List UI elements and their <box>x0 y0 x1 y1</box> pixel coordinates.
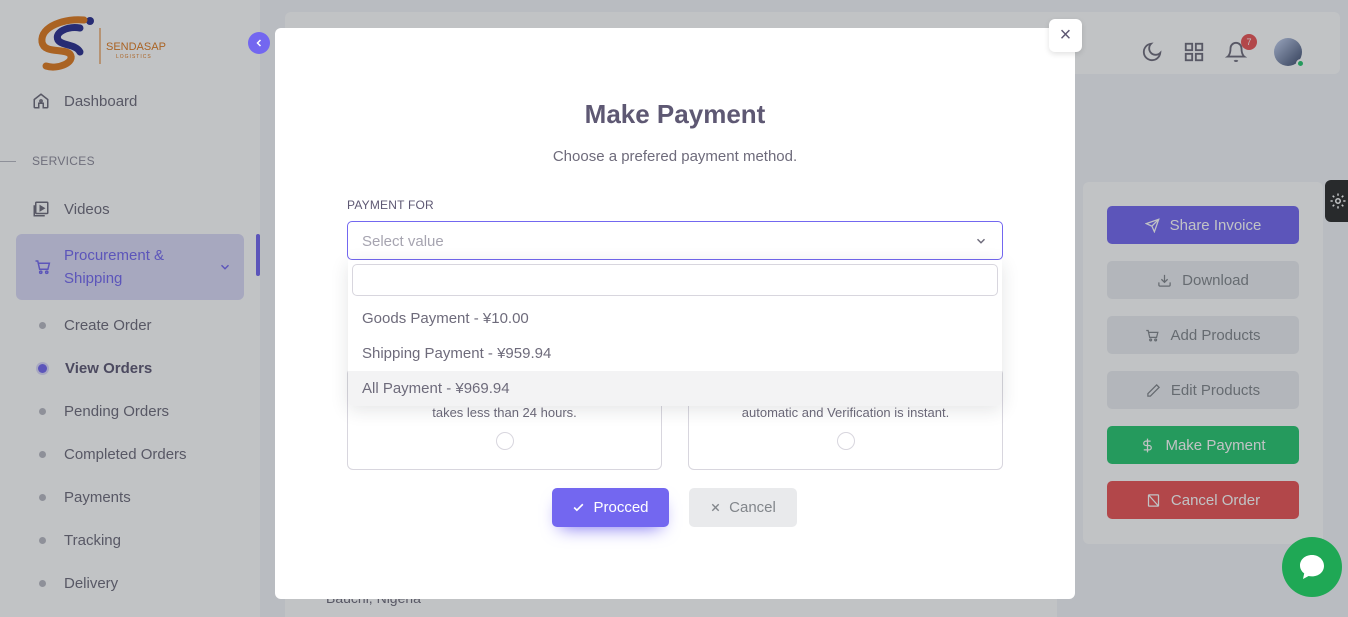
dropdown-option-shipping[interactable]: Shipping Payment - ¥959.94 <box>348 336 1002 371</box>
select-placeholder: Select value <box>362 233 444 250</box>
dropdown-option-goods[interactable]: Goods Payment - ¥10.00 <box>348 301 1002 336</box>
payment-for-label: PAYMENT FOR <box>347 198 434 212</box>
modal-subtitle: Choose a prefered payment method. <box>552 148 798 165</box>
chat-bubble-icon <box>1296 551 1328 583</box>
chevron-down-icon <box>974 234 988 248</box>
payment-method-description: takes less than 24 hours. <box>432 405 577 420</box>
close-icon <box>710 502 721 513</box>
sidebar-collapse-button[interactable] <box>248 32 270 54</box>
payment-for-select[interactable]: Select value <box>347 221 1003 260</box>
chevron-left-icon <box>253 37 265 49</box>
payment-method-radio[interactable] <box>496 432 514 450</box>
modal-title: Make Payment <box>584 99 766 129</box>
payment-method-radio[interactable] <box>837 432 855 450</box>
payment-for-dropdown: Goods Payment - ¥10.00 Shipping Payment … <box>348 260 1002 406</box>
payment-method-description: automatic and Verification is instant. <box>741 405 950 420</box>
modal-close-button[interactable]: × <box>1049 19 1082 52</box>
cancel-button[interactable]: Cancel <box>689 488 797 527</box>
make-payment-modal: Make Payment Choose a prefered payment m… <box>275 28 1075 599</box>
check-icon <box>572 501 585 514</box>
dropdown-search-input[interactable] <box>352 264 998 296</box>
chat-widget-button[interactable] <box>1282 537 1342 597</box>
proceed-button[interactable]: Procced <box>552 488 669 527</box>
dropdown-option-all[interactable]: All Payment - ¥969.94 <box>348 371 1002 406</box>
close-icon: × <box>1059 24 1072 46</box>
